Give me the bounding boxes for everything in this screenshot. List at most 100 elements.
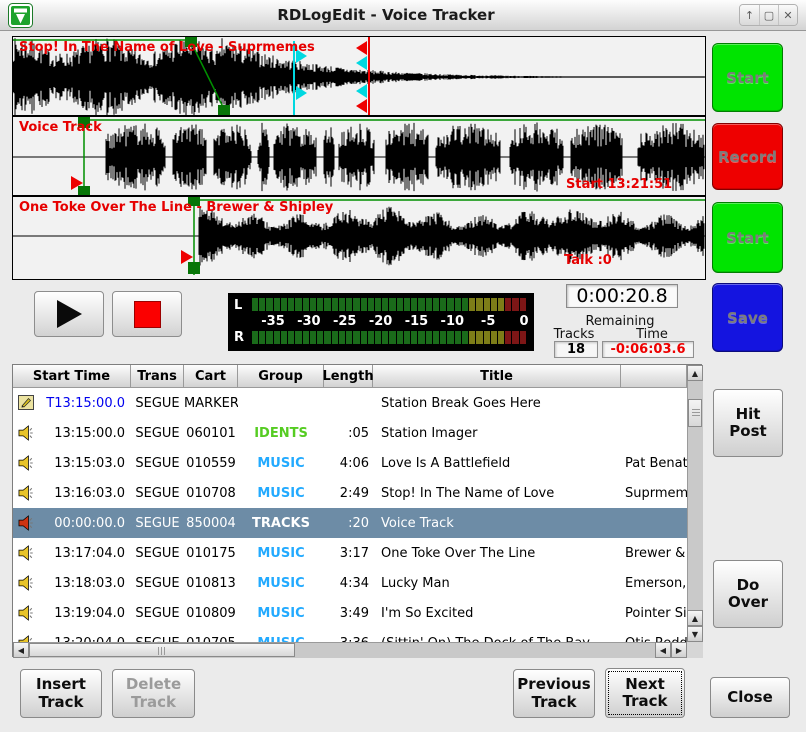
- maximize-icon[interactable]: ▢: [759, 5, 778, 25]
- shade-icon[interactable]: ↑: [740, 5, 759, 25]
- speaker-icon: [18, 575, 37, 591]
- save-button[interactable]: Save: [712, 283, 783, 352]
- tracks-remaining-label: Tracks: [548, 327, 600, 342]
- meter-segment: [281, 298, 287, 311]
- close-icon[interactable]: ✕: [778, 5, 797, 25]
- log-row-station-break-goes-here[interactable]: T13:15:00.0SEGUEMARKERStation Break Goes…: [13, 388, 687, 418]
- fade-handle-bottom[interactable]: [218, 105, 230, 117]
- next-track-button[interactable]: Next Track: [605, 668, 685, 718]
- horizontal-scrollbar[interactable]: ◀ ◀ ▶: [13, 642, 687, 658]
- column-header-group[interactable]: Group: [238, 365, 324, 388]
- segue-pointer[interactable]: [181, 250, 193, 264]
- marker-note-icon: [18, 395, 35, 411]
- start-handle-bottom[interactable]: [78, 186, 90, 197]
- meter-scale-label: -20: [369, 314, 393, 329]
- close-button[interactable]: Close: [710, 677, 790, 718]
- log-row-station-imager[interactable]: 13:15:00.0SEGUE060101IDENTS:05Station Im…: [13, 418, 687, 448]
- meter-segment: [469, 298, 475, 311]
- meter-segment: [361, 298, 367, 311]
- insert-track-button[interactable]: Insert Track: [20, 669, 102, 718]
- meter-segment: [259, 331, 265, 344]
- meter-segment: [447, 331, 453, 344]
- cell-cart: 010708: [184, 486, 238, 501]
- column-header-artist[interactable]: [621, 365, 687, 388]
- meter-scale-label: -15: [405, 314, 429, 329]
- play-button[interactable]: [34, 291, 104, 337]
- cell-artist: Suprmemes: [621, 486, 687, 501]
- previous-track-button[interactable]: Previous Track: [513, 669, 595, 718]
- start-button-track3[interactable]: Start: [712, 202, 783, 273]
- track-3-one-toke-over-the-line[interactable]: One Toke Over The Line - Brewer & Shiple…: [13, 197, 705, 275]
- meter-segment: [324, 298, 330, 311]
- cell-length: 2:49: [324, 486, 373, 501]
- cell-cart: 010559: [184, 456, 238, 471]
- hit-post-button[interactable]: Hit Post: [713, 389, 783, 457]
- speaker-icon: [18, 485, 37, 501]
- meter-scale: -35-30-25-20-15-10-50: [252, 314, 526, 329]
- meter-segment: [462, 331, 468, 344]
- column-header-cart[interactable]: Cart: [184, 365, 238, 388]
- cell-trans: SEGUE: [131, 546, 184, 561]
- log-row-stop-in-the-name-of-love[interactable]: 13:16:03.0SEGUE010708MUSIC2:49Stop! In T…: [13, 478, 687, 508]
- meter-segment: [418, 298, 424, 311]
- audio-meter: L R -35-30-25-20-15-10-50: [228, 293, 534, 351]
- meter-segment: [353, 331, 359, 344]
- scroll-up2-icon[interactable]: ▲: [687, 610, 703, 626]
- window-controls: ↑ ▢ ✕: [739, 4, 798, 26]
- cell-title: One Toke Over The Line: [373, 546, 621, 561]
- track-1-stop-in-the-name-of-love[interactable]: Stop! In The Name of Love - Suprmemes: [13, 37, 705, 117]
- scroll-up-icon[interactable]: ▲: [687, 365, 703, 381]
- cell-trans: SEGUE: [131, 396, 184, 411]
- start-button-track1[interactable]: Start: [712, 43, 783, 112]
- meter-segment: [368, 298, 374, 311]
- meter-segment: [339, 298, 345, 311]
- delete-track-button[interactable]: Delete Track: [112, 669, 195, 718]
- cell-cart: 060101: [184, 426, 238, 441]
- cell-length: :05: [324, 426, 373, 441]
- log-row-one-toke-over-the-line[interactable]: 13:17:04.0SEGUE010175MUSIC3:17One Toke O…: [13, 538, 687, 568]
- meter-segment: [389, 331, 395, 344]
- meter-segment: [281, 331, 287, 344]
- log-row-i-m-so-excited[interactable]: 13:19:04.0SEGUE010809MUSIC3:49I'm So Exc…: [13, 598, 687, 628]
- scroll-left-icon[interactable]: ◀: [13, 642, 29, 658]
- track-2-voice-track[interactable]: Voice Track Start 13:21:51: [13, 117, 705, 197]
- meter-segment: [476, 331, 482, 344]
- log-row-sittin-on-the-dock-of-the-bay[interactable]: 13:20:04.0SEGUE010705MUSIC3:36(Sittin' O…: [13, 628, 687, 642]
- scroll-down-icon[interactable]: ▼: [687, 626, 703, 642]
- cell-title: Lucky Man: [373, 576, 621, 591]
- log-row-voice-track[interactable]: 00:00:00.0SEGUE850004TRACKS:20Voice Trac…: [13, 508, 687, 538]
- horizontal-scroll-thumb[interactable]: [29, 643, 295, 657]
- meter-segment: [469, 331, 475, 344]
- scroll-left2-icon[interactable]: ◀: [655, 642, 671, 658]
- cell-group: MUSIC: [238, 576, 324, 591]
- meter-right-segments: [252, 331, 526, 344]
- do-over-button[interactable]: Do Over: [713, 560, 783, 628]
- meter-segment: [397, 331, 403, 344]
- cell-group: MUSIC: [238, 606, 324, 621]
- stop-button[interactable]: [112, 291, 182, 337]
- column-header-start-time[interactable]: Start Time: [13, 365, 131, 388]
- meter-segment: [303, 298, 309, 311]
- scroll-right-icon[interactable]: ▶: [671, 642, 687, 658]
- meter-segment: [418, 331, 424, 344]
- record-button[interactable]: Record: [712, 123, 783, 190]
- waveform-panel: Stop! In The Name of Love - Suprmemes Vo…: [12, 36, 706, 280]
- column-header-trans[interactable]: Trans: [131, 365, 184, 388]
- meter-segment: [491, 298, 497, 311]
- log-row-love-is-a-battlefield[interactable]: 13:15:03.0SEGUE010559MUSIC4:06Love Is A …: [13, 448, 687, 478]
- vertical-scroll-thumb[interactable]: [688, 399, 702, 427]
- log-row-lucky-man[interactable]: 13:18:03.0SEGUE010813MUSIC4:34Lucky ManE…: [13, 568, 687, 598]
- column-header-length[interactable]: Length: [324, 365, 373, 388]
- meter-segment: [353, 298, 359, 311]
- meter-segment: [476, 298, 482, 311]
- vertical-scrollbar[interactable]: ▲ ▲ ▼: [687, 365, 703, 642]
- cell-group: MUSIC: [238, 546, 324, 561]
- column-header-title[interactable]: Title: [373, 365, 621, 388]
- meter-segment: [266, 298, 272, 311]
- cell-title: Station Imager: [373, 426, 621, 441]
- segue-handle-bottom[interactable]: [188, 262, 200, 274]
- titlebar: RDLogEdit - Voice Tracker ↑ ▢ ✕: [0, 0, 806, 31]
- meter-segment: [303, 331, 309, 344]
- meter-segment: [426, 298, 432, 311]
- cell-trans: SEGUE: [131, 456, 184, 471]
